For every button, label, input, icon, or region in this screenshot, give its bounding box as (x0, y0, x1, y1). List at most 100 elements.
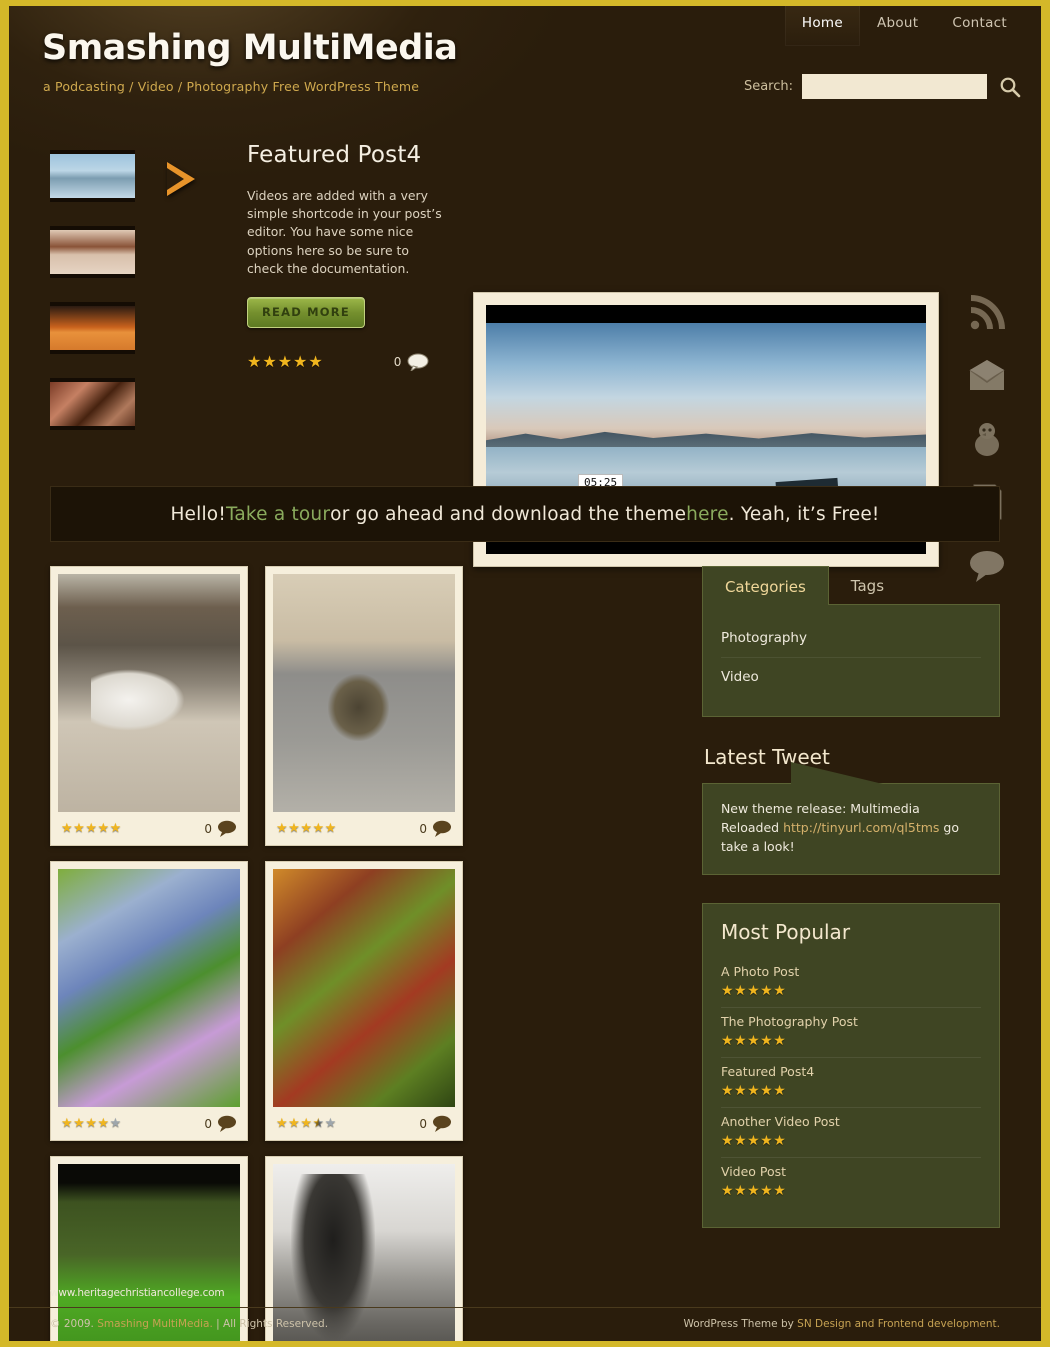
social-icon-column: T (967, 293, 1011, 608)
post-comments[interactable]: 0 (204, 820, 237, 837)
footer-url: www.heritagechristiancollege.com (50, 1287, 225, 1299)
popular-item[interactable]: Featured Post4 ★★★★★ (720, 1058, 981, 1108)
popular-item-title[interactable]: The Photography Post (721, 1014, 981, 1029)
content-area: ★★★★★ 0 ★★★★★ 0 ★★★★★ 0 ★★★★★ 0 Categori… (50, 566, 1000, 1341)
featured-post: Featured Post4 Videos are added with a v… (247, 142, 443, 371)
search-button[interactable] (996, 75, 1024, 99)
post-rating-stars: ★★★★★ (61, 821, 122, 836)
star-icon: ★ (773, 983, 787, 999)
post-thumbnail[interactable] (58, 869, 240, 1107)
popular-item-stars: ★★★★★ (721, 1033, 981, 1049)
popular-item-title[interactable]: Featured Post4 (721, 1064, 981, 1079)
featured-thumbnail-list (50, 150, 135, 454)
footer-credit: WordPress Theme by SN Design and Fronten… (683, 1318, 1000, 1330)
star-icon: ★ (760, 1033, 774, 1049)
post-card-hydrangea-dew[interactable]: ★★★★★ 0 (50, 861, 248, 1141)
star-icon: ★ (300, 821, 313, 836)
footer-copyright: © 2009. Smashing MultiMedia. | All Right… (50, 1318, 328, 1330)
post-card-seagulls-on-railing[interactable]: ★★★★★ 0 (50, 566, 248, 846)
twitter-bird-icon[interactable] (967, 419, 1011, 463)
featured-post-body: Videos are added with a very simple shor… (247, 188, 442, 276)
popular-item[interactable]: Another Video Post ★★★★★ (720, 1108, 981, 1158)
featured-thumb-boat-on-lake[interactable] (50, 150, 135, 202)
star-icon: ★ (760, 1083, 774, 1099)
popular-item[interactable]: A Photo Post ★★★★★ (720, 958, 981, 1008)
popular-item-title[interactable]: Video Post (721, 1164, 981, 1179)
post-grid: ★★★★★ 0 ★★★★★ 0 ★★★★★ 0 ★★★★★ 0 (50, 566, 676, 1341)
post-card-sparrow-on-pavement[interactable]: ★★★★★ 0 (265, 566, 463, 846)
nav-item-about[interactable]: About (860, 6, 935, 46)
tab-categories[interactable]: Categories (701, 566, 829, 605)
star-icon: ★ (85, 1116, 98, 1131)
post-meta: ★★★★★ 0 (58, 812, 240, 845)
featured-comments[interactable]: 0 (394, 353, 430, 371)
post-thumbnail[interactable] (273, 574, 455, 812)
search-area: Search: (744, 74, 1024, 99)
popular-item-title[interactable]: Another Video Post (721, 1114, 981, 1129)
comment-bubble-icon (218, 820, 236, 837)
tab-tags[interactable]: Tags (829, 566, 906, 605)
announcement-bar: Hello! Take a tour or go ahead and downl… (50, 486, 1000, 542)
post-comments[interactable]: 0 (419, 820, 452, 837)
star-icon: ★ (288, 1116, 301, 1131)
read-more-button[interactable]: READ MORE (247, 297, 365, 329)
featured-post-meta: ★★★★★ 0 (247, 352, 443, 371)
featured-thumb-orange-sunset[interactable] (50, 302, 135, 354)
credit-link[interactable]: SN Design and Frontend development. (797, 1318, 1000, 1330)
featured-thumb-desert-reflection[interactable] (50, 226, 135, 278)
take-a-tour-link[interactable]: Take a tour (226, 504, 330, 525)
comment-bubble-icon (407, 353, 429, 371)
star-icon: ★ (109, 1116, 122, 1131)
category-item-photography[interactable]: Photography (720, 619, 981, 658)
main-nav: Home About Contact (784, 6, 1024, 46)
star-icon: ★ (760, 1133, 774, 1149)
post-card-autumn-leaves-macro[interactable]: ★★★★★ 0 (265, 861, 463, 1141)
star-icon: ★ (293, 352, 309, 372)
site-title: Smashing MultiMedia (42, 28, 458, 68)
search-label: Search: (743, 79, 793, 94)
featured-comment-count: 0 (393, 354, 402, 369)
next-arrow-icon[interactable] (167, 162, 195, 196)
star-icon: ★ (773, 1133, 787, 1149)
post-thumbnail[interactable] (58, 574, 240, 812)
popular-item-title[interactable]: A Photo Post (721, 964, 981, 979)
post-comment-count: 0 (419, 821, 427, 836)
site-tagline: a Podcasting / Video / Photography Free … (43, 79, 420, 94)
post-comments[interactable]: 0 (204, 1115, 237, 1132)
post-comment-count: 0 (204, 1116, 212, 1131)
star-icon: ★ (276, 821, 289, 836)
email-icon[interactable] (967, 356, 1011, 400)
categories-panel: Photography Video (701, 604, 1000, 717)
popular-item[interactable]: The Photography Post ★★★★★ (720, 1008, 981, 1058)
rss-icon[interactable] (967, 293, 1011, 337)
featured-rating-stars: ★★★★★ (247, 352, 324, 371)
tweet-link[interactable]: http://tinyurl.com/ql5tms (783, 820, 939, 835)
nav-item-contact[interactable]: Contact (935, 6, 1024, 46)
star-icon: ★ (747, 1183, 761, 1199)
search-input[interactable] (802, 74, 987, 99)
copyright-suffix: | All Rights Reserved. (212, 1318, 329, 1330)
category-item-video[interactable]: Video (721, 658, 981, 696)
star-icon: ★ (312, 1116, 325, 1131)
sidebar: Categories Tags Photography Video Latest… (701, 566, 1000, 1341)
popular-item-stars: ★★★★★ (721, 1133, 981, 1149)
star-icon: ★ (61, 1116, 74, 1131)
download-here-link[interactable]: here (686, 504, 729, 525)
star-icon: ★ (773, 1183, 787, 1199)
hello-prefix: Hello! (170, 503, 226, 525)
copyright-prefix: © 2009. (50, 1318, 98, 1330)
star-icon: ★ (734, 1033, 748, 1049)
post-thumbnail[interactable] (273, 869, 455, 1107)
star-icon: ★ (773, 1083, 787, 1099)
comment-bubble-icon (433, 820, 451, 837)
post-comments[interactable]: 0 (419, 1115, 452, 1132)
post-rating-stars: ★★★★★ (61, 1116, 122, 1131)
star-icon: ★ (734, 1183, 748, 1199)
video-letterbox-top (486, 305, 926, 323)
star-icon: ★ (720, 1083, 734, 1099)
nav-item-home[interactable]: Home (784, 6, 860, 46)
comment-bubble-icon (433, 1115, 451, 1132)
popular-item[interactable]: Video Post ★★★★★ (721, 1158, 981, 1207)
copyright-site-link[interactable]: Smashing MultiMedia. (97, 1318, 213, 1330)
featured-thumb-red-canyon[interactable] (50, 378, 135, 430)
